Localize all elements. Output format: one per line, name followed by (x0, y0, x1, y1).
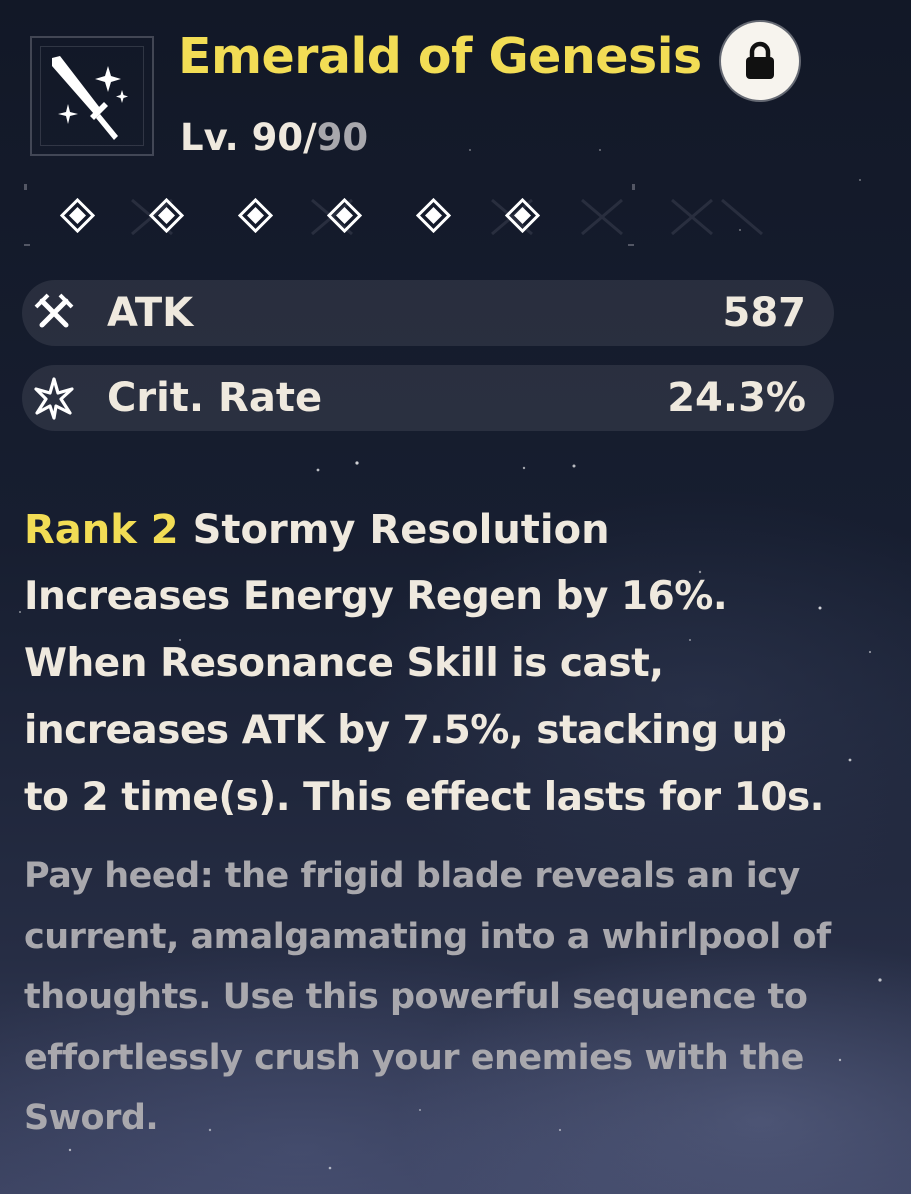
lock-button[interactable] (721, 22, 799, 100)
flavor-line: effortlessly crush your enemies with the (24, 1037, 804, 1078)
passive-effect-line: increases ATK by 7.5%, stacking up (24, 708, 787, 753)
weapon-portrait (30, 36, 154, 156)
flavor-line: Sword. (24, 1098, 159, 1138)
passive-effect-line: to 2 time(s). This effect lasts for 10s. (24, 775, 825, 820)
passive-name: Stormy Resolution (192, 507, 610, 553)
rank-track (22, 182, 782, 252)
stat-value: 24.3% (667, 375, 806, 421)
level-current: 90 (251, 116, 304, 159)
stat-row-atk: ATK 587 (22, 280, 834, 346)
flavor-line: thoughts. Use this powerful sequence to (24, 977, 808, 1017)
stat-label: ATK (107, 290, 194, 336)
rank-diamond (415, 197, 452, 234)
rank-diamond (237, 197, 274, 234)
level-prefix: Lv. (180, 116, 252, 159)
weapon-name: Emerald of Genesis (178, 28, 702, 85)
rank-diamond (59, 197, 96, 234)
passive-rank-label: Rank 2 (24, 507, 179, 553)
passive-effect-line: Increases Energy Regen by 16%. (24, 574, 728, 619)
rank-diamond-list (59, 197, 541, 234)
flavor-line: current, amalgamating into a whirlpool o… (24, 916, 831, 957)
rank-diamond (326, 197, 363, 234)
weapon-level: Lv. 90/90 (180, 116, 368, 159)
atk-swords-icon (34, 293, 74, 328)
flavor-line: Pay heed: the frigid blade reveals an ic… (24, 856, 800, 896)
rank-diamond (148, 197, 185, 234)
passive-effect-line: When Resonance Skill is cast, (24, 641, 664, 686)
level-separator: / (303, 116, 317, 159)
stat-row-crit-rate: Crit. Rate 24.3% (22, 365, 834, 431)
stat-value: 587 (722, 290, 807, 336)
rank-diamond (504, 197, 541, 234)
level-max: 90 (316, 116, 369, 159)
passive-description: Rank 2 Stormy Resolution Increases Energ… (24, 497, 884, 831)
stat-label: Crit. Rate (107, 375, 323, 421)
sword-icon (52, 56, 128, 140)
lock-icon (746, 41, 774, 79)
flavor-text: Pay heed: the frigid blade reveals an ic… (24, 846, 894, 1149)
crit-star-icon (34, 377, 74, 420)
passive-heading: Rank 2 Stormy Resolution (24, 497, 884, 563)
weapon-detail-panel: Emerald of Genesis Lv. 90/90 ATK 587 Cri… (0, 0, 911, 1194)
